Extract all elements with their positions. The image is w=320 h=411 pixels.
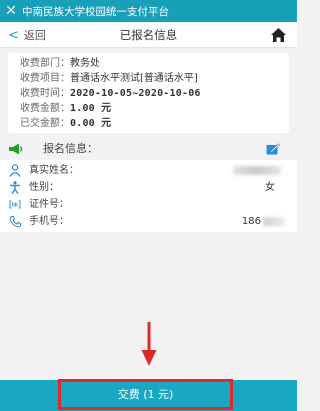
user-icon — [9, 164, 21, 177]
edit-icon[interactable] — [266, 143, 280, 155]
gender-label: 性别： — [29, 182, 59, 193]
gender-row: 性别： 女 — [0, 179, 297, 196]
fee-dept-row: 收费部门： 教务处 — [20, 56, 289, 71]
fee-item-label: 收费项目： — [20, 73, 70, 84]
fee-paid-value: 0.00 元 — [70, 118, 112, 129]
fee-paid-label: 已交金额： — [20, 118, 70, 129]
phone-value: 186 — [241, 216, 261, 227]
megaphone-icon — [9, 143, 23, 155]
down-arrow-icon — [141, 322, 157, 366]
id-card-icon — [9, 200, 21, 209]
fee-time-value: 2020-10-05~2020-10-06 — [70, 88, 201, 99]
phone-row: 手机号： 186 — [0, 213, 297, 230]
nav-bar: < 返回 已报名信息 — [0, 22, 297, 48]
phone-label: 手机号： — [29, 216, 69, 227]
gender-value: 女 — [265, 182, 275, 193]
name-row: 真实姓名： — [0, 162, 297, 179]
registration-header-label: 报名信息： — [43, 142, 98, 155]
close-icon[interactable]: ✕ — [0, 0, 22, 22]
id-label: 证件号： — [29, 199, 69, 210]
registration-header: 报名信息： — [0, 140, 297, 158]
fee-amount-label: 收费金额： — [20, 103, 70, 114]
page-title: 已报名信息 — [119, 28, 178, 42]
fee-paid-row: 已交金额： 0.00 元 — [20, 116, 289, 131]
fee-item-value: 普通话水平测试[普通话水平] — [70, 73, 198, 84]
registration-card: 真实姓名： 性别： 女 证件号： 手机号： 186 — [0, 160, 297, 232]
pay-button[interactable]: 交费 (1 元) — [58, 379, 233, 410]
app-title: 中南民族大学校园统一支付平台 — [22, 5, 169, 18]
fee-dept-value: 教务处 — [70, 58, 100, 69]
phone-icon — [9, 216, 21, 228]
person-icon — [10, 181, 20, 194]
fee-info-card: 收费部门： 教务处 收费项目： 普通话水平测试[普通话水平] 收费时间： 202… — [8, 53, 289, 133]
title-bar: ✕ 中南民族大学校园统一支付平台 — [0, 0, 297, 22]
fee-time-row: 收费时间： 2020-10-05~2020-10-06 — [20, 86, 289, 101]
fee-amount-value: 1.00 元 — [70, 103, 112, 114]
name-label: 真实姓名： — [29, 165, 79, 176]
id-row: 证件号： — [0, 196, 297, 213]
home-icon[interactable] — [270, 27, 287, 43]
fee-item-row: 收费项目： 普通话水平测试[普通话水平] — [20, 71, 289, 86]
redacted-name — [233, 166, 281, 175]
fee-dept-label: 收费部门： — [20, 58, 70, 69]
fee-time-label: 收费时间： — [20, 88, 70, 99]
fee-amount-row: 收费金额： 1.00 元 — [20, 101, 289, 116]
redacted-phone — [263, 217, 285, 226]
